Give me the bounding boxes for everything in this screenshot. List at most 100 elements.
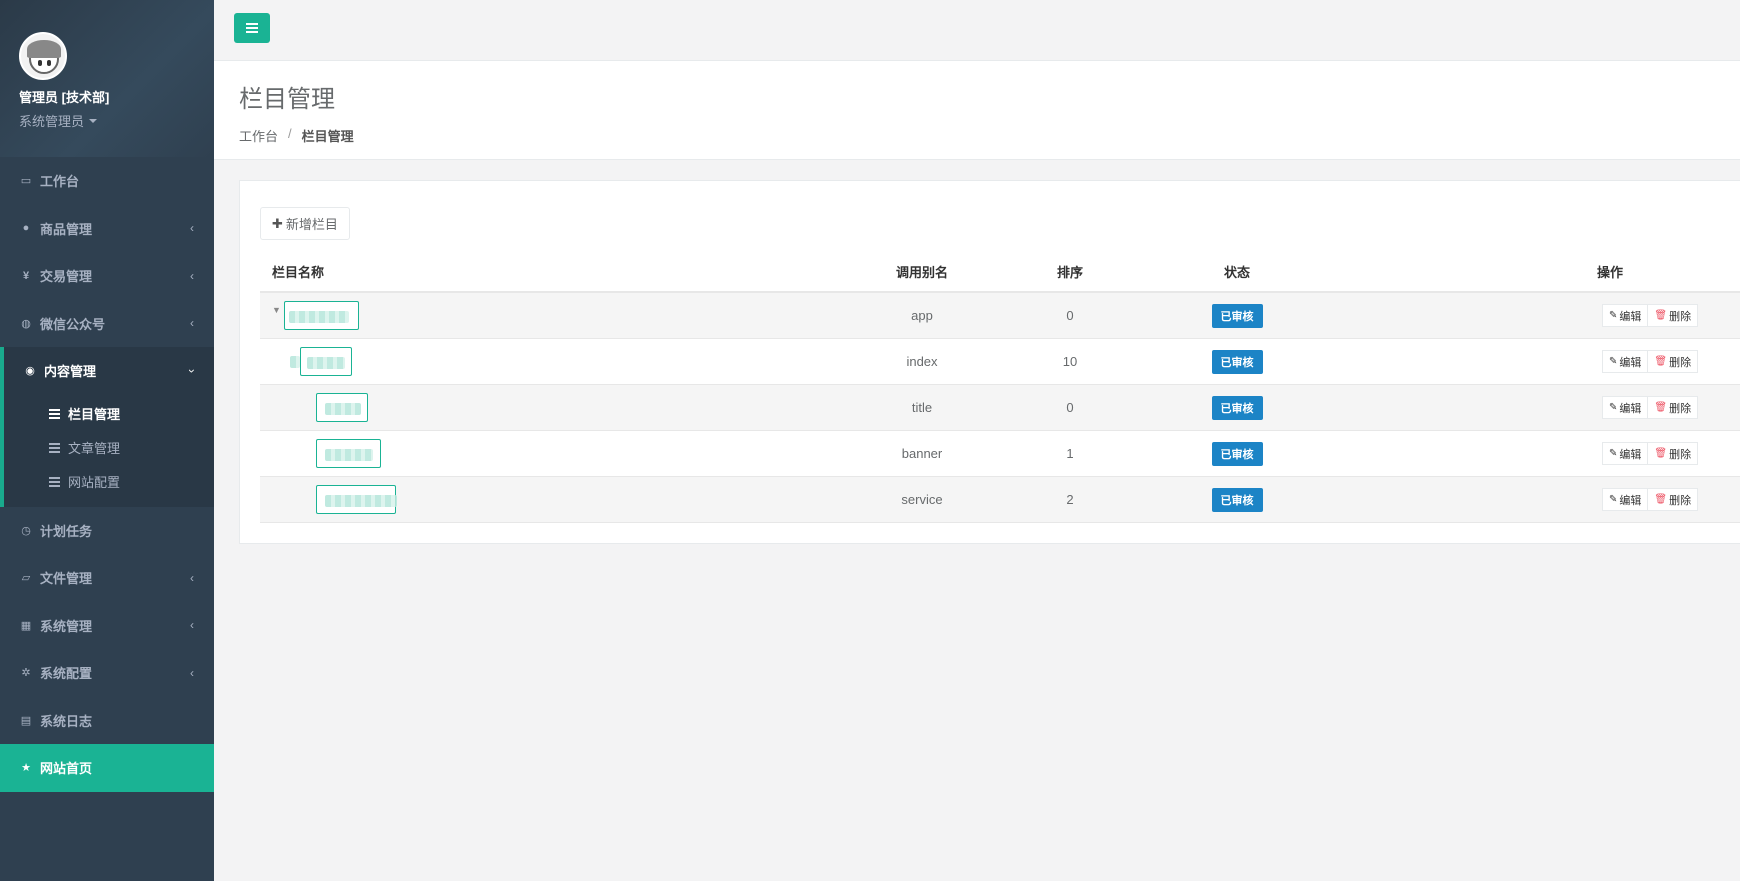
row-actions: ✎ 编辑 🗑 删除 [1602, 396, 1699, 419]
delete-label: 删除 [1669, 448, 1692, 461]
sidebar-subitem-label: 文章管理 [68, 441, 121, 456]
edit-button[interactable]: ✎ 编辑 [1602, 304, 1649, 327]
delete-label: 删除 [1669, 310, 1692, 323]
sidebar-item-system[interactable]: ▦ 系统管理 ‹ [0, 602, 214, 650]
chevron-left-icon: ‹ [190, 618, 194, 633]
sidebar-item-label: 系统配置 [40, 666, 93, 682]
status-badge: 已审核 [1211, 349, 1263, 374]
sidebar-item-tasks[interactable]: ◷ 计划任务 [0, 507, 214, 555]
sidebar-item-logs[interactable]: ▤ 系统日志 [0, 697, 214, 745]
status-cell: 已审核 [1197, 487, 1277, 512]
profile-name: 管理员 [技术部] [19, 90, 110, 105]
breadcrumb: 工作台 / 栏目管理 [239, 126, 1740, 145]
sidebar-item-label: 系统日志 [40, 713, 93, 729]
row-actions: ✎ 编辑 🗑 删除 [1602, 304, 1699, 327]
sidebar-item-label: 计划任务 [40, 523, 93, 539]
top-navbar [214, 0, 1740, 61]
sidebar-item-workbench[interactable]: ▭ 工作台 [0, 157, 214, 205]
sidebar-item-label: 交易管理 [40, 269, 93, 285]
avatar[interactable] [19, 32, 67, 80]
sidebar-item-label: 商品管理 [40, 221, 93, 237]
alias-cell: title [911, 400, 933, 415]
status-cell: 已审核 [1197, 349, 1277, 374]
star-icon: ★ [21, 762, 31, 775]
page-heading: 栏目管理 工作台 / 栏目管理 [214, 61, 1740, 160]
sidebar: 管理员 [技术部] 系统管理员 ▭ 工作台 ● 商品管理 ‹ ¥ 交易管理 ‹ … [0, 0, 214, 881]
delete-label: 删除 [1669, 402, 1692, 415]
alias-cell: service [901, 492, 943, 507]
sidebar-item-content[interactable]: ◉ 内容管理 › [0, 347, 214, 395]
header-status: 状态 [1223, 265, 1250, 280]
file-icon: ▤ [20, 714, 32, 727]
column-name-field[interactable] [316, 439, 381, 468]
table-row: title 0 已审核 ✎ 编辑 🗑 删除 [260, 385, 1740, 431]
status-badge: 已审核 [1211, 303, 1263, 328]
tree-expand-icon[interactable]: ▼ [272, 305, 281, 315]
delete-button[interactable]: 🗑 删除 [1648, 304, 1699, 327]
sidebar-subitem-site-config[interactable]: 网站配置 [4, 465, 214, 499]
sidebar-item-home[interactable]: ★ 网站首页 [0, 744, 214, 792]
edit-button[interactable]: ✎ 编辑 [1602, 442, 1649, 465]
sidebar-item-wechat[interactable]: ◍ 微信公众号 ‹ [0, 300, 214, 348]
edit-label: 编辑 [1619, 448, 1642, 461]
chrome-icon: ◉ [25, 365, 35, 378]
windows-icon: ▦ [20, 619, 32, 632]
column-name-field[interactable] [300, 347, 352, 376]
column-name-field[interactable] [316, 485, 397, 514]
chevron-left-icon: ‹ [190, 316, 194, 331]
table-header: 栏目名称 调用别名 排序 状态 操作 [260, 252, 1740, 293]
sidebar-item-trades[interactable]: ¥ 交易管理 ‹ [0, 252, 214, 300]
trash-icon: 🗑 [1654, 356, 1668, 367]
add-column-label: 新增栏目 [285, 217, 338, 232]
order-cell: 0 [1066, 400, 1074, 415]
sidebar-subitem-columns[interactable]: 栏目管理 [4, 397, 214, 431]
sidebar-item-label: 工作台 [40, 174, 80, 190]
pencil-icon: ✎ [1609, 356, 1618, 367]
table-row: ▼ app 0 已审核 ✎ 编辑 🗑 删除 [260, 293, 1740, 339]
edit-label: 编辑 [1619, 310, 1642, 323]
sidebar-subitem-label: 网站配置 [68, 475, 121, 490]
pencil-icon: ✎ [1609, 402, 1618, 413]
edit-button[interactable]: ✎ 编辑 [1602, 488, 1649, 511]
column-name-field[interactable] [284, 301, 359, 330]
breadcrumb-home-link[interactable]: 工作台 [239, 126, 278, 145]
profile-panel: 管理员 [技术部] 系统管理员 [0, 0, 214, 157]
status-cell: 已审核 [1197, 303, 1277, 328]
pencil-icon: ✎ [1609, 494, 1618, 505]
row-actions: ✎ 编辑 🗑 删除 [1602, 442, 1699, 465]
alias-cell: index [906, 354, 938, 369]
list-icon [49, 476, 60, 487]
sidebar-item-products[interactable]: ● 商品管理 ‹ [0, 205, 214, 253]
sidebar-subitem-articles[interactable]: 文章管理 [4, 431, 214, 465]
sidebar-item-files[interactable]: ▱ 文件管理 ‹ [0, 554, 214, 602]
edit-label: 编辑 [1619, 356, 1642, 369]
delete-button[interactable]: 🗑 删除 [1648, 350, 1699, 373]
delete-label: 删除 [1669, 356, 1692, 369]
edit-button[interactable]: ✎ 编辑 [1602, 396, 1649, 419]
sidebar-item-system-config[interactable]: ✲ 系统配置 ‹ [0, 649, 214, 697]
order-cell: 2 [1066, 492, 1074, 507]
header-order: 排序 [1056, 265, 1083, 280]
edit-button[interactable]: ✎ 编辑 [1602, 350, 1649, 373]
trash-icon: 🗑 [1654, 494, 1668, 505]
sidebar-item-label: 系统管理 [40, 618, 93, 634]
order-cell: 0 [1066, 308, 1074, 323]
status-badge: 已审核 [1211, 441, 1263, 466]
toggle-sidebar-button[interactable] [234, 13, 270, 43]
header-alias: 调用别名 [895, 265, 948, 280]
add-column-button[interactable]: ✚ 新增栏目 [260, 207, 350, 240]
trash-icon: 🗑 [1654, 402, 1668, 413]
table-row: service 2 已审核 ✎ 编辑 🗑 删除 [260, 477, 1740, 523]
gear-icon: ✲ [21, 667, 31, 680]
alias-cell: app [911, 308, 933, 323]
edit-label: 编辑 [1619, 402, 1642, 415]
status-cell: 已审核 [1197, 441, 1277, 466]
sidebar-subitem-label: 栏目管理 [68, 407, 121, 422]
profile-role-dropdown[interactable]: 系统管理员 [19, 111, 214, 130]
delete-button[interactable]: 🗑 删除 [1648, 442, 1699, 465]
column-name-field[interactable] [316, 393, 368, 422]
delete-button[interactable]: 🗑 删除 [1648, 396, 1699, 419]
delete-button[interactable]: 🗑 删除 [1648, 488, 1699, 511]
menu-icon [246, 23, 258, 33]
status-cell: 已审核 [1197, 395, 1277, 420]
